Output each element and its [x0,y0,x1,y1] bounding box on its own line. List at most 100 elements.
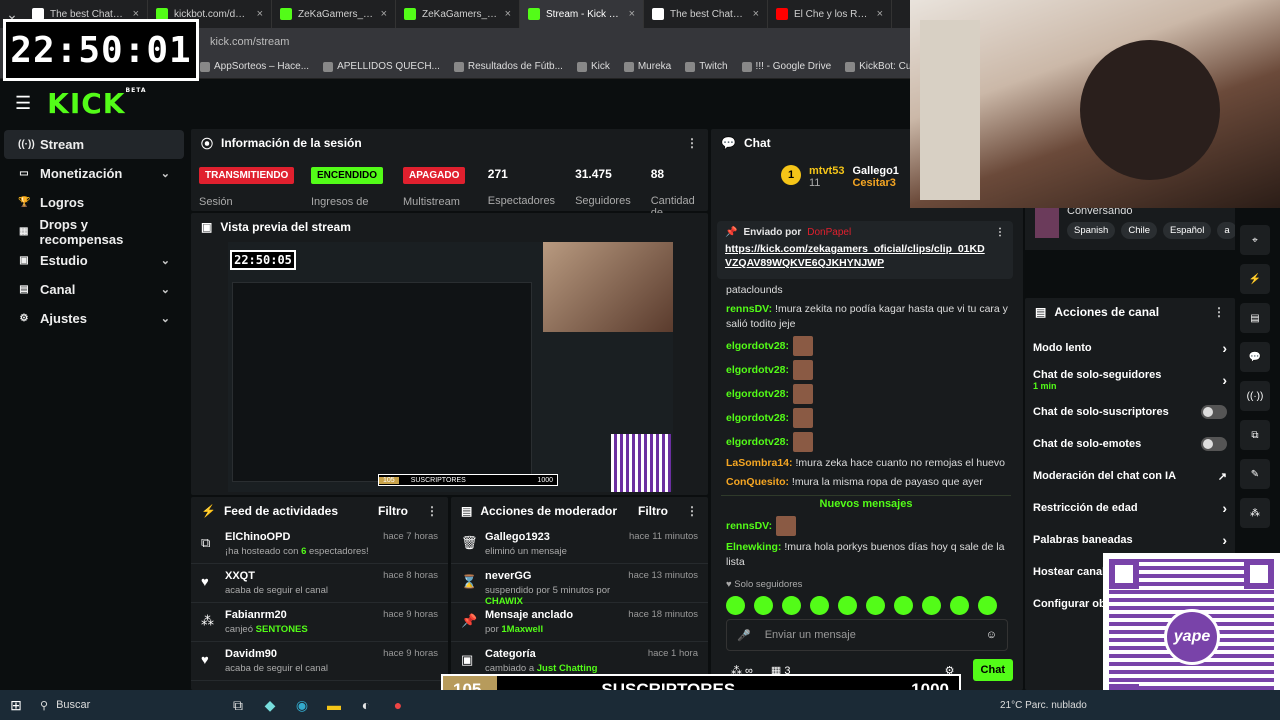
weather-widget[interactable]: 21°C Parc. nublado [1000,700,1087,711]
chat-message[interactable]: elgordotv28: [726,358,1011,382]
close-icon[interactable]: × [877,8,883,20]
toggle-switch[interactable] [1201,437,1227,451]
channel-action-2[interactable]: Chat de solo-suscriptores [1025,396,1235,428]
pinned-link[interactable]: https://kick.com/zekagamers_oficial/clip… [725,242,985,270]
close-icon[interactable]: × [629,8,635,20]
chat-message[interactable]: elgordotv28: [726,430,1011,454]
copilot-icon[interactable]: ◆ [254,690,286,720]
channel-action-3[interactable]: Chat de solo-emotes [1025,428,1235,460]
mod-item[interactable]: 📌 Mensaje anclado por 1Maxwell hace 18 minu… [451,603,708,642]
bookmark-item[interactable]: APELLIDOS QUECH... [323,61,440,72]
rail-button-icon[interactable]: ((·)) [1240,381,1270,411]
stream-preview[interactable]: 22:50:05 105 SUSCRIPTORES 1000 [228,242,673,492]
chrome-icon[interactable]: ● [382,690,414,720]
chat-username[interactable]: elgordotv28: [726,412,789,424]
more-icon[interactable]: ⋮ [426,504,438,518]
mod-item[interactable]: ⌛ neverGG suspendido por 5 minutos por CHA… [451,564,708,607]
bookmark-item[interactable]: !!! - Google Drive [741,61,831,72]
chat-username[interactable]: LaSombra14: [726,457,793,469]
channel-action-1[interactable]: Chat de solo-seguidores 1 min › [1025,364,1235,396]
emote-picker-icon[interactable] [782,596,801,615]
folder-icon[interactable]: ▬ [318,690,350,720]
sidebar-item-monetización[interactable]: ▭ Monetización ⌄ [4,159,184,188]
rail-button-icon[interactable]: ⧉ [1240,420,1270,450]
chat-message[interactable]: LaSombra14: !mura zeka hace cuanto no re… [726,454,1011,473]
edge-icon[interactable]: ◉ [286,690,318,720]
emote-picker-icon[interactable] [810,596,829,615]
windows-start-icon[interactable]: ⊞ [0,690,32,720]
sidebar-item-stream[interactable]: ((·)) Stream [4,130,184,159]
chat-input[interactable]: 🎤 Enviar un mensaje ☺ [726,619,1008,651]
rail-button-icon[interactable]: ▤ [1240,303,1270,333]
emote-picker-icon[interactable] [950,596,969,615]
close-icon[interactable]: × [381,8,387,20]
unpin-icon[interactable]: ⋮ [995,227,1005,238]
chat-message[interactable]: ConQuesito: !mura la misma ropa de payas… [726,473,1011,492]
channel-action-5[interactable]: Restricción de edad › [1025,492,1235,524]
sidebar-item-canal[interactable]: ▤ Canal ⌄ [4,275,184,304]
kick-logo[interactable]: KICKBETA [47,87,146,120]
chat-message[interactable]: pataclounds [726,281,1011,300]
rail-button-icon[interactable]: ⌖ [1240,225,1270,255]
bookmark-item[interactable]: Kick [576,61,610,72]
chat-username[interactable]: elgordotv28: [726,340,789,352]
bookmark-item[interactable]: Twitch [685,61,728,72]
browser-tab[interactable]: Stream - Kick Dashb × [520,0,644,28]
chat-message[interactable]: rennsDV: [726,514,1011,538]
mod-filter-button[interactable]: Filtro [638,504,668,518]
chat-message[interactable]: Elnewking: !mura hola porkys buenos días… [726,538,1011,572]
feed-item[interactable]: ♥ Davidm90 acaba de seguir el canal hace 9 … [191,642,448,681]
toggle-switch[interactable] [1201,405,1227,419]
mod-item[interactable]: 🗑 Gallego1923 eliminó un mensaje hace 11 mi… [451,525,708,564]
browser-tab[interactable]: ZeKaGamers_Oficial × [396,0,520,28]
browser-tab[interactable]: El Che y los Rolling S × [768,0,892,28]
more-icon[interactable]: ⋮ [686,504,698,518]
mic-icon[interactable]: 🎤 [737,629,751,642]
feed-item[interactable]: ♥ XXQT acaba de seguir el canal hace 8 hora… [191,564,448,603]
chat-username[interactable]: elgordotv28: [726,388,789,400]
external-link-icon[interactable]: ↗ [1218,470,1227,483]
close-icon[interactable]: × [753,8,759,20]
tag-chip[interactable]: Español [1163,222,1212,239]
chat-username[interactable]: Elnewking: [726,541,781,553]
emote-picker-icon[interactable] [726,596,745,615]
emote-picker-icon[interactable] [866,596,885,615]
chat-username[interactable]: elgordotv28: [726,436,789,448]
browser-tab[interactable]: ZeKaGamers_Oficial × [272,0,396,28]
emote-picker-icon[interactable] [894,596,913,615]
sidebar-item-estudio[interactable]: ▣ Estudio ⌄ [4,246,184,275]
close-icon[interactable]: × [257,8,263,20]
rail-button-icon[interactable]: 💬 [1240,342,1270,372]
emote-picker-icon[interactable] [922,596,941,615]
more-icon[interactable]: ⋮ [1213,305,1225,319]
taskbar-search[interactable]: ⚲ Buscar [32,693,222,717]
rail-button-icon[interactable]: ⁂ [1240,498,1270,528]
emote-picker-icon[interactable] [978,596,997,615]
channel-action-6[interactable]: Palabras baneadas › [1025,524,1235,556]
channel-action-4[interactable]: Moderación del chat con IA ↗ [1025,460,1235,492]
chat-username[interactable]: rennsDV: [726,520,772,532]
chat-message[interactable]: rennsDV: !mura zekita no podía kagar has… [726,300,1011,334]
sidebar-item-logros[interactable]: 🏆 Logros [4,188,184,217]
top-user[interactable]: Gallego1 [852,165,898,177]
feed-item[interactable]: ⧉ ElChinoOPD ¡ha hosteado con 6 espectador… [191,525,448,564]
feed-filter-button[interactable]: Filtro [378,504,408,518]
bookmark-item[interactable]: Resultados de Fútb... [453,61,563,72]
browser-tab[interactable]: The best ChatBot an × [644,0,768,28]
more-icon[interactable]: ⋮ [686,136,698,150]
emote-picker-icon[interactable] [754,596,773,615]
tag-chip[interactable]: Spanish [1067,222,1116,239]
sidebar-item-ajustes[interactable]: ⚙ Ajustes ⌄ [4,304,184,333]
rail-button-icon[interactable]: ✎ [1240,459,1270,489]
task-view-icon[interactable]: ⧉ [222,690,254,720]
tag-chip[interactable]: a [1217,222,1235,239]
chat-username[interactable]: rennsDV: [726,303,772,315]
chat-message[interactable]: elgordotv28: [726,406,1011,430]
chat-send-button[interactable]: Chat [972,659,1013,681]
app-icon[interactable]: ◐ [350,690,382,720]
emote-picker-icon[interactable] [838,596,857,615]
hamburger-icon[interactable]: ☰ [15,93,31,114]
bookmark-item[interactable]: AppSorteos – Hace... [200,61,309,72]
emoji-icon[interactable]: ☺ [986,629,997,641]
top-user[interactable]: Cesitar3 [852,177,895,189]
